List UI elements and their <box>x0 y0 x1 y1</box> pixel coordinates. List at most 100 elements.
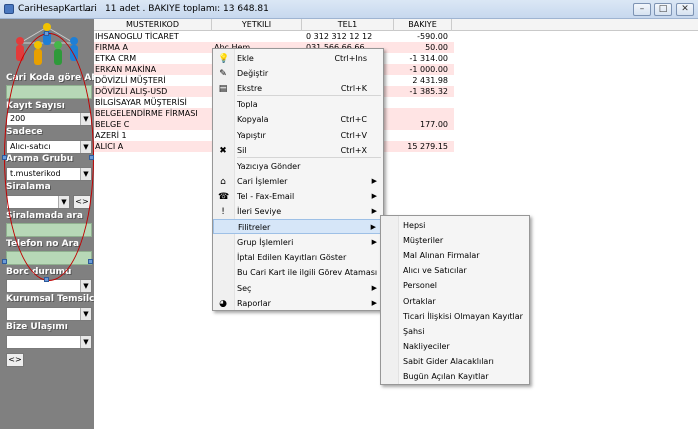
cell-bakiye: 2 431.98 <box>412 76 448 85</box>
menu-item-6[interactable]: ✖ Sil Ctrl+X <box>213 143 383 158</box>
column-header-tel1[interactable]: TEL1 <box>302 19 394 31</box>
minimize-button[interactable]: – <box>633 3 651 16</box>
record-count-value: 200 <box>10 114 26 123</box>
menu-item-2[interactable]: ▤ Ekstre Ctrl+K <box>213 81 383 96</box>
menu-item-shortcut: Ctrl+V <box>340 131 367 140</box>
maximize-button[interactable]: □ <box>654 3 672 16</box>
filter-item-10[interactable]: Bugün Açılan Kayıtlar <box>403 369 529 384</box>
sorting-select[interactable]: ▼ <box>6 195 70 209</box>
filter-item-6[interactable]: Ticari İlişkisi Olmayan Kayıtlar <box>403 309 529 324</box>
chevron-down-icon[interactable]: ▼ <box>80 308 91 320</box>
menu-item-10[interactable]: ! İleri Seviye ▶ <box>213 204 383 219</box>
reach-label: Bize Ulaşımı <box>6 322 68 332</box>
filter-item-4[interactable]: Personel <box>403 278 529 293</box>
menu-item-14[interactable]: Bu Cari Kart ile ilgili Görev Ataması <box>213 265 383 280</box>
cell-bakiye <box>394 108 452 119</box>
document-icon: ▤ <box>218 84 228 94</box>
menu-item-label: Tel - Fax-Email <box>237 192 295 201</box>
filter-item-7[interactable]: Şahsi <box>403 324 529 339</box>
chevron-right-icon: ▶ <box>371 192 377 200</box>
cell-bakiye <box>394 130 452 141</box>
cell-musterikod: FIRMA A <box>95 43 128 52</box>
chevron-right-icon: ▶ <box>371 299 377 307</box>
column-header-bakiye[interactable]: BAKIYE <box>394 19 452 31</box>
menu-item-11[interactable]: Filitreler ▶ <box>213 219 383 234</box>
cell-bakiye <box>394 97 452 108</box>
reach-select[interactable]: ▼ <box>6 335 92 349</box>
title-bar: CariHesapKartlari ... 11 adet . BAKIYE t… <box>0 0 698 19</box>
menu-item-16[interactable]: ◕ Raporlar ▶ <box>213 296 383 311</box>
chevron-down-icon[interactable]: ▼ <box>80 141 91 153</box>
chevron-down-icon[interactable]: ▼ <box>80 113 91 125</box>
cell-bakiye: -590.00 <box>417 32 448 41</box>
chevron-down-icon[interactable]: ▼ <box>58 196 69 208</box>
record-count-label: Kayıt Sayısı <box>6 101 65 111</box>
resize-handle[interactable] <box>2 259 7 264</box>
menu-item-3[interactable]: Topla <box>213 97 383 112</box>
bulb-icon: 💡 <box>218 54 230 64</box>
filters-submenu: Hepsi Müşteriler Mal Alınan Firmalar Alıcı … <box>380 215 530 385</box>
resize-handle[interactable] <box>44 31 49 36</box>
chevron-down-icon[interactable]: ▼ <box>80 168 91 180</box>
menu-item-0[interactable]: 💡 Ekle Ctrl+Ins <box>213 51 383 66</box>
menu-item-13[interactable]: İptal Edilen Kayıtları Göster <box>213 250 383 265</box>
only-select[interactable]: Alıcı-satıcı ▼ <box>6 140 92 154</box>
menu-item-shortcut: Ctrl+C <box>340 115 367 124</box>
column-header-musterikod[interactable]: MUSTERIKOD <box>94 19 212 31</box>
filter-item-5[interactable]: Ortaklar <box>403 294 529 309</box>
phone-search-input[interactable] <box>6 251 92 265</box>
resize-handle[interactable] <box>88 259 93 264</box>
menu-item-label: Yapıştır <box>237 131 266 140</box>
sorting-label: Siralama <box>6 182 51 192</box>
apply-filter-button[interactable]: <> <box>6 353 24 367</box>
menu-item-9[interactable]: ☎ Tel - Fax-Email ▶ <box>213 189 383 204</box>
menu-item-label: Filitreler <box>238 223 271 232</box>
close-button[interactable]: ✕ <box>676 3 694 16</box>
menu-item-label: İleri Seviye <box>237 207 282 216</box>
menu-item-15[interactable]: Seç ▶ <box>213 281 383 296</box>
filter-item-3[interactable]: Alıcı ve Satıcılar <box>403 263 529 278</box>
filter-item-9[interactable]: Sabit Gider Alacaklıları <box>403 354 529 369</box>
chevron-right-icon: ▶ <box>371 177 377 185</box>
menu-item-7[interactable]: Yazıcıya Gönder <box>213 159 383 174</box>
corporate-rep-select[interactable]: ▼ <box>6 307 92 321</box>
cell-musterikod: DÖVİZLİ MÜŞTERİ <box>95 76 166 85</box>
search-group-select[interactable]: t.musterikod ▼ <box>6 167 92 181</box>
only-label: Sadece <box>6 127 43 137</box>
menu-item-label: Bu Cari Kart ile ilgili Görev Ataması <box>237 268 378 277</box>
debt-status-select[interactable]: ▼ <box>6 279 92 293</box>
table-row[interactable]: IHSANOGLU TİCARET 0 312 312 12 12 -590.00 <box>94 31 454 42</box>
cell-tel1: 0 312 312 12 12 <box>306 32 373 41</box>
cell-bakiye: 177.00 <box>420 120 448 129</box>
filter-item-1[interactable]: Müşteriler <box>403 233 529 248</box>
pencil-icon: ✎ <box>219 69 227 79</box>
cell-bakiye: -1 385.32 <box>409 87 448 96</box>
cell-musterikod: DÖVİZLİ ALIŞ-USD <box>95 87 168 96</box>
resize-handle[interactable] <box>44 277 49 282</box>
resize-handle[interactable] <box>2 155 7 160</box>
title-separator: ... <box>84 4 93 14</box>
menu-item-12[interactable]: Grup İşlemleri ▶ <box>213 235 383 250</box>
chevron-right-icon: ▶ <box>371 284 377 292</box>
trash-icon: ✖ <box>219 146 227 156</box>
menu-item-label: Değiştir <box>237 69 269 78</box>
code-search-input[interactable] <box>6 85 92 99</box>
exclamation-icon: ! <box>221 207 225 217</box>
menu-item-1[interactable]: ✎ Değiştir <box>213 66 383 81</box>
filter-item-2[interactable]: Mal Alınan Firmalar <box>403 248 529 263</box>
menu-item-label: Sil <box>237 146 247 155</box>
menu-item-5[interactable]: Yapıştır Ctrl+V <box>213 128 383 143</box>
menu-item-8[interactable]: ⌂ Cari İşlemler ▶ <box>213 174 383 189</box>
menu-item-4[interactable]: Kopyala Ctrl+C <box>213 112 383 127</box>
sort-toggle-button[interactable]: <> <box>73 195 91 209</box>
menu-item-label: Ekle <box>237 54 254 63</box>
record-count-select[interactable]: 200 ▼ <box>6 112 92 126</box>
phone-icon: ☎ <box>218 192 230 202</box>
filter-item-0[interactable]: Hepsi <box>403 218 529 233</box>
chevron-down-icon[interactable]: ▼ <box>80 280 91 292</box>
filter-item-8[interactable]: Nakliyeciler <box>403 339 529 354</box>
sort-search-input[interactable] <box>6 223 92 237</box>
chevron-down-icon[interactable]: ▼ <box>80 336 91 348</box>
cell-musterikod: IHSANOGLU TİCARET <box>95 32 179 41</box>
column-header-yetkili[interactable]: YETKILI <box>212 19 302 31</box>
